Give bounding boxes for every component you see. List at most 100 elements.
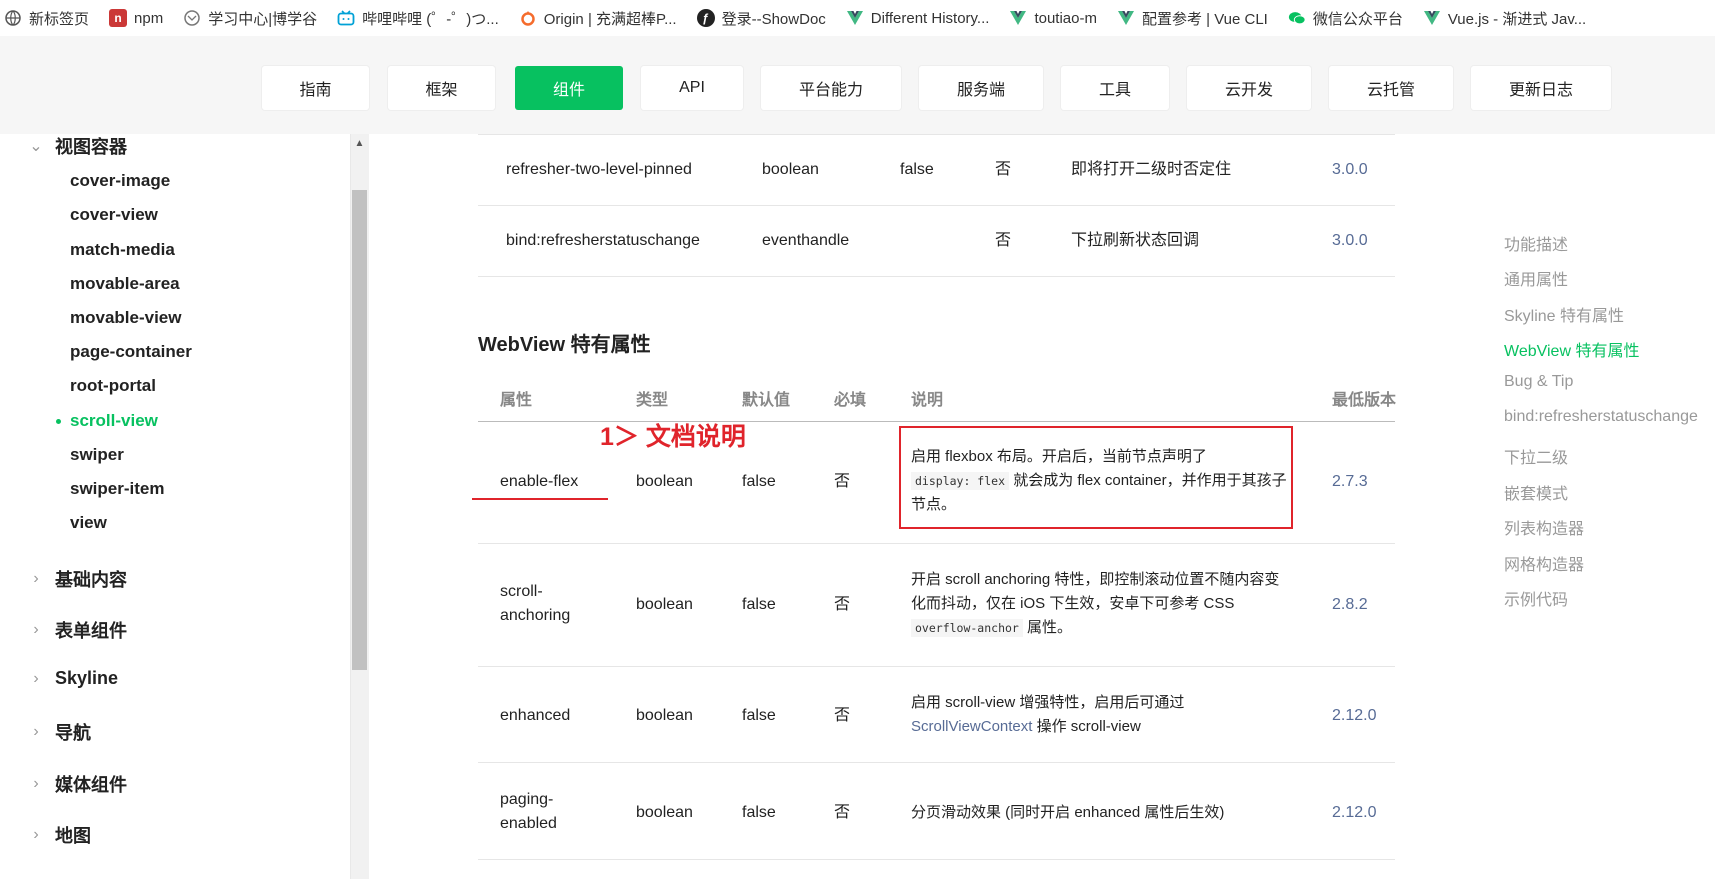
sidebar-group-label: 视图容器 — [55, 137, 127, 157]
toc-item[interactable]: 嵌套模式 — [1504, 480, 1568, 504]
bookmark-label: 新标签页 — [29, 10, 90, 28]
bookmarks-bar: 新标签页 n npm 学习中心|博学谷 哔哩哔哩 (゜-゜)つ... Origi… — [0, 0, 1715, 36]
bookmark-bilibili[interactable]: 哔哩哔哩 (゜-゜)つ... — [337, 8, 499, 29]
sidebar-item-scroll-view[interactable]: scroll-view — [70, 411, 158, 431]
bookmark-new-tab[interactable]: 新标签页 — [4, 8, 89, 29]
sidebar-item-root-portal[interactable]: root-portal — [70, 376, 156, 396]
tab-changelog[interactable]: 更新日志 — [1471, 66, 1611, 110]
tab-guide[interactable]: 指南 — [262, 66, 369, 110]
toc-item[interactable]: 功能描述 — [1504, 231, 1568, 255]
table-divider — [478, 134, 1395, 135]
scroll-up-arrow-icon[interactable]: ▲ — [352, 136, 367, 152]
column-header-type: 类型 — [636, 392, 669, 409]
column-header-version: 最低版本 — [1332, 392, 1397, 409]
sidebar-item-swiper-item[interactable]: swiper-item — [70, 479, 164, 499]
row-required: 否 — [834, 804, 851, 821]
row-type: boolean — [636, 596, 693, 613]
chevron-right-icon: › — [33, 775, 39, 792]
sidebar-group-map[interactable]: › 地图 — [26, 822, 91, 848]
tab-components[interactable]: 组件 — [515, 66, 623, 110]
tab-tools[interactable]: 工具 — [1061, 66, 1169, 110]
sidebar-group-label: 基础内容 — [55, 570, 127, 590]
table-divider — [478, 666, 1395, 667]
sidebar-group-navigation[interactable]: › 导航 — [26, 719, 91, 745]
toc-item[interactable]: 下拉二级 — [1504, 444, 1568, 468]
sidebar-group-label: Skyline — [55, 668, 119, 688]
tab-cloud-dev[interactable]: 云开发 — [1187, 66, 1311, 110]
toc-item[interactable]: Bug & Tip — [1504, 373, 1573, 391]
bookmark-label: 哔哩哔哩 (゜-゜)つ... — [362, 10, 499, 28]
column-header-attr: 属性 — [500, 392, 533, 409]
prev-row-desc: 即将打开二级时否定住 — [1071, 161, 1232, 178]
column-header-required: 必填 — [834, 392, 867, 409]
toc-item[interactable]: 示例代码 — [1504, 586, 1568, 610]
bookmark-boxuegu[interactable]: 学习中心|博学谷 — [183, 8, 317, 29]
row-required: 否 — [834, 596, 851, 613]
bookmark-npm[interactable]: n npm — [109, 9, 163, 27]
tab-api[interactable]: API — [641, 66, 743, 110]
table-divider — [478, 543, 1395, 544]
desc-text: 启用 scroll-view 增强特性，启用后可通过 — [911, 694, 1185, 711]
bookmark-vuejs[interactable]: Vue.js - 渐进式 Jav... — [1423, 8, 1586, 29]
sidebar-item-movable-view[interactable]: movable-view — [70, 308, 182, 328]
row-default: false — [742, 804, 776, 821]
sidebar-item-cover-view[interactable]: cover-view — [70, 205, 158, 225]
row-required: 否 — [834, 473, 851, 490]
column-header-default: 默认值 — [742, 392, 791, 409]
row-default: false — [742, 707, 776, 724]
sidebar-item-page-container[interactable]: page-container — [70, 342, 192, 362]
row-type: boolean — [636, 707, 693, 724]
prev-row-type: eventhandle — [762, 232, 850, 249]
bookmark-origin[interactable]: Origin | 充满超棒P... — [519, 8, 677, 29]
origin-icon — [519, 9, 537, 27]
desc-text: 开启 scroll anchoring 特性，即控制滚动位置不随内容变化而抖动，… — [911, 571, 1280, 612]
tab-server[interactable]: 服务端 — [919, 66, 1043, 110]
prev-row-desc: 下拉刷新状态回调 — [1071, 232, 1200, 249]
toc-item[interactable]: bind:refresherstatuschange — [1504, 408, 1698, 426]
toc-item-active[interactable]: WebView 特有属性 — [1504, 337, 1639, 361]
table-divider — [478, 205, 1395, 206]
bookmark-wechat-mp[interactable]: 微信公众平台 — [1288, 8, 1403, 29]
table-divider — [478, 762, 1395, 763]
sidebar-item-view[interactable]: view — [70, 513, 107, 533]
vue-icon — [1423, 9, 1441, 27]
sidebar-group-media[interactable]: › 媒体组件 — [26, 771, 127, 797]
bookmark-showdoc[interactable]: ƒ 登录--ShowDoc — [696, 8, 826, 29]
table-divider — [478, 276, 1395, 277]
tab-framework[interactable]: 框架 — [388, 66, 495, 110]
sidebar-item-swiper[interactable]: swiper — [70, 445, 124, 465]
toc-item[interactable]: Skyline 特有属性 — [1504, 302, 1624, 326]
sidebar-group-basic-content[interactable]: › 基础内容 — [26, 566, 127, 592]
toc-item[interactable]: 列表构造器 — [1504, 515, 1584, 539]
bookmark-different-history[interactable]: Different History... — [846, 9, 989, 27]
sidebar-group-view-container[interactable]: ⌄ 视图容器 — [26, 134, 127, 159]
row-attr: paging-enabled — [500, 788, 557, 836]
sidebar-item-match-media[interactable]: match-media — [70, 240, 175, 260]
row-type: boolean — [636, 804, 693, 821]
sidebar-scrollbar-thumb[interactable] — [352, 190, 367, 670]
sidebar-group-label: 媒体组件 — [55, 775, 127, 795]
toc-item[interactable]: 通用属性 — [1504, 266, 1568, 290]
bookmark-vue-cli[interactable]: 配置参考 | Vue CLI — [1117, 8, 1268, 29]
sidebar-group-skyline[interactable]: › Skyline — [26, 668, 118, 689]
vue-icon — [1009, 9, 1027, 27]
prev-row-default: false — [900, 161, 934, 178]
chevron-right-icon: › — [33, 570, 39, 587]
scrollviewcontext-link[interactable]: ScrollViewContext — [911, 718, 1032, 735]
bookmark-toutiao-m[interactable]: toutiao-m — [1009, 9, 1097, 27]
bookmark-label: toutiao-m — [1034, 9, 1097, 27]
row-type: boolean — [636, 473, 693, 490]
sidebar-item-cover-image[interactable]: cover-image — [70, 171, 170, 191]
active-indicator-dot — [56, 419, 61, 424]
attr-line: enabled — [500, 815, 557, 832]
tab-platform[interactable]: 平台能力 — [761, 66, 901, 110]
sidebar-group-form[interactable]: › 表单组件 — [26, 617, 127, 643]
prev-row-attr: refresher-two-level-pinned — [506, 161, 692, 178]
globe-icon — [4, 9, 22, 27]
sidebar-group-label: 地图 — [55, 826, 91, 846]
sidebar-item-movable-area[interactable]: movable-area — [70, 274, 180, 294]
toc-item[interactable]: 网格构造器 — [1504, 551, 1584, 575]
row-attr: enhanced — [500, 707, 571, 724]
prev-row-type: boolean — [762, 161, 819, 178]
tab-cloud-hosting[interactable]: 云托管 — [1329, 66, 1453, 110]
